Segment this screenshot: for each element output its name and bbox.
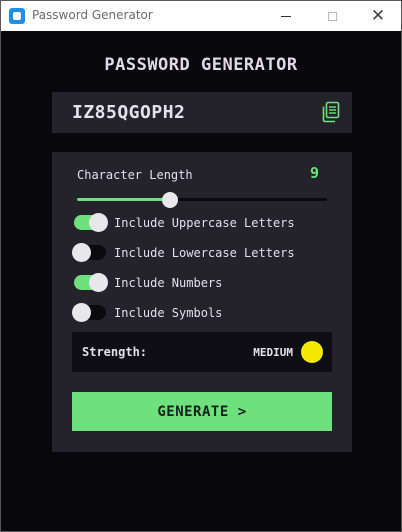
close-icon: ✕ — [370, 5, 386, 26]
length-slider[interactable] — [77, 192, 327, 208]
option-symbols[interactable]: Include Symbols — [72, 303, 332, 323]
password-display: IZ85QGOPH2 — [52, 92, 352, 133]
uppercase-toggle[interactable] — [72, 213, 108, 232]
page-title: PASSWORD GENERATOR — [104, 55, 298, 75]
close-button[interactable]: ✕ — [355, 1, 401, 31]
strength-dot — [301, 341, 323, 363]
option-uppercase[interactable]: Include Uppercase Letters — [72, 213, 332, 233]
toggle-knob — [72, 243, 91, 262]
window-title: Password Generator — [32, 8, 153, 22]
app-icon — [9, 8, 25, 24]
app-window: Password Generator ✕ PASSWORD GENERATOR … — [0, 0, 402, 532]
title-bar: Password Generator ✕ — [1, 1, 401, 31]
character-length-label: Character Length — [77, 168, 193, 182]
password-value: IZ85QGOPH2 — [72, 102, 186, 123]
option-label: Include Uppercase Letters — [114, 216, 295, 230]
slider-fill — [77, 198, 170, 201]
strength-label: Strength: — [82, 345, 148, 359]
option-label: Include Symbols — [114, 306, 223, 320]
character-length-value: 9 — [310, 164, 320, 182]
options-panel: Character Length 9 Include Uppercase Let… — [52, 152, 352, 452]
generate-button[interactable]: GENERATE > — [72, 392, 332, 431]
minimize-icon — [281, 15, 291, 17]
toggle-knob — [89, 273, 108, 292]
option-label: Include Lowercase Letters — [114, 246, 295, 260]
strength-value: MEDIUM — [253, 346, 293, 359]
symbols-toggle[interactable] — [72, 303, 106, 322]
toggle-knob — [89, 213, 108, 232]
lowercase-toggle[interactable] — [72, 243, 106, 262]
maximize-icon — [327, 11, 337, 21]
numbers-toggle[interactable] — [72, 273, 108, 292]
option-label: Include Numbers — [114, 276, 223, 290]
minimize-button[interactable] — [263, 1, 309, 31]
option-lowercase[interactable]: Include Lowercase Letters — [72, 243, 332, 263]
maximize-button[interactable] — [309, 1, 355, 31]
copy-icon[interactable] — [322, 101, 340, 123]
strength-indicator: Strength: MEDIUM — [72, 332, 332, 372]
slider-thumb[interactable] — [162, 192, 178, 208]
option-numbers[interactable]: Include Numbers — [72, 273, 332, 293]
toggle-knob — [72, 303, 91, 322]
